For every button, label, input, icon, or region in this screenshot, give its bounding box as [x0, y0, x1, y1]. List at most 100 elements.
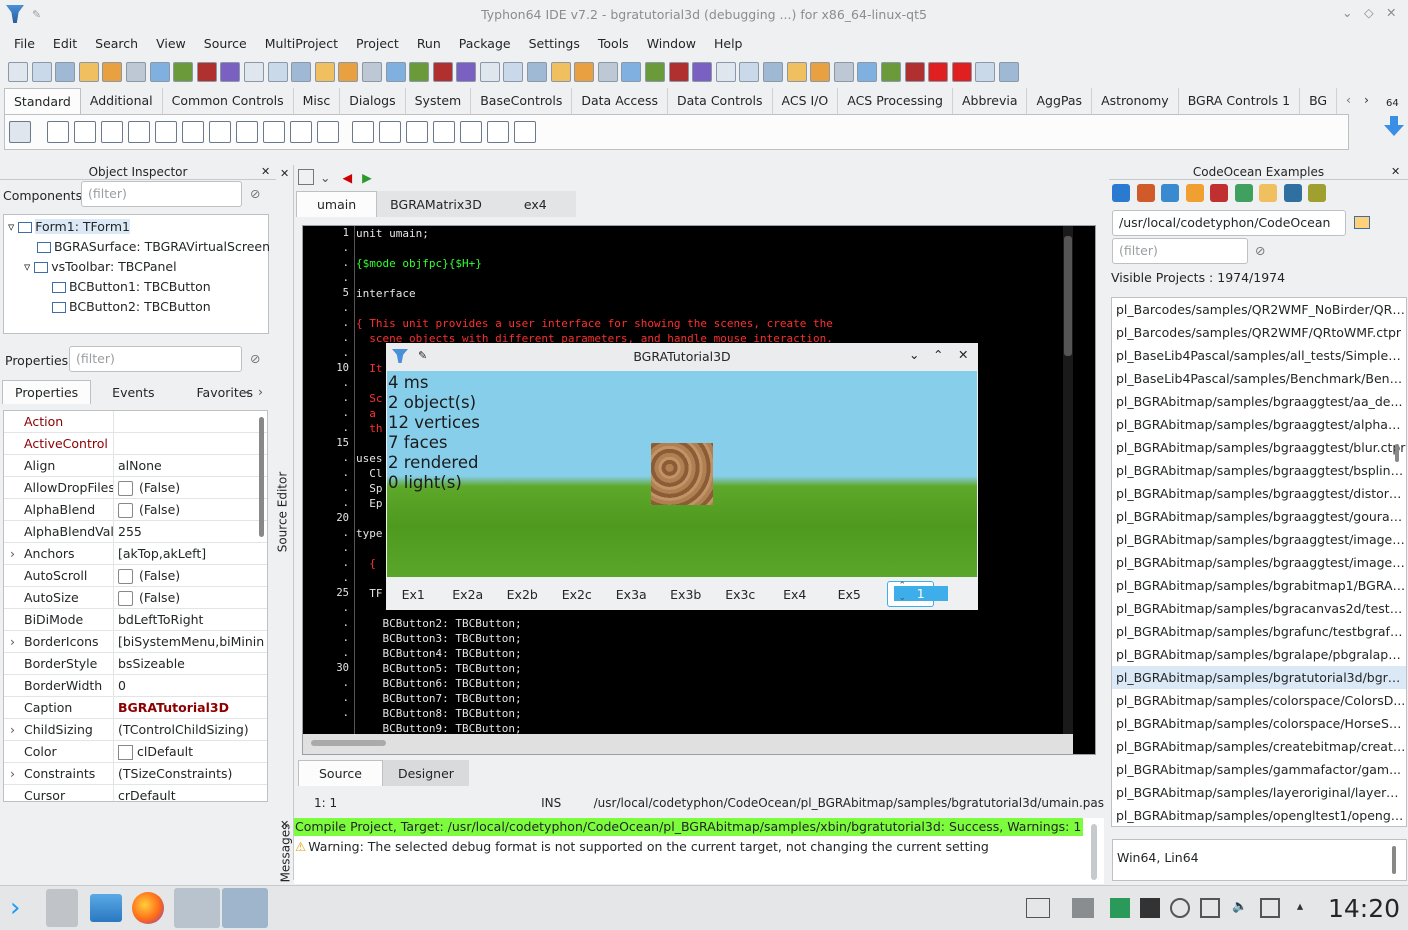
palette-tab[interactable]: BaseControls [471, 88, 573, 114]
desktop-icon[interactable] [46, 889, 78, 927]
toolbar-button-icon[interactable] [55, 62, 76, 82]
property-row[interactable]: Align alNone [4, 455, 267, 477]
palette-scroll-right-icon[interactable]: › [1364, 92, 1369, 107]
property-row[interactable]: AutoSize (False) [4, 587, 267, 609]
menu-run[interactable]: Run [413, 36, 445, 51]
dropdown-icon[interactable]: ⌄ [320, 170, 330, 185]
project-item[interactable]: pl_BGRAbitmap/samples/opengltest1/opengl… [1112, 804, 1406, 826]
horizontal-scrollbar[interactable] [303, 734, 1073, 754]
property-row[interactable]: AlphaBlendValu 255 [4, 521, 267, 543]
menu-settings[interactable]: Settings [525, 36, 584, 51]
clock[interactable]: 14:20 [1328, 894, 1400, 923]
messages-scrollbar[interactable] [1091, 824, 1097, 880]
project-item[interactable]: pl_BaseLib4Pascal/samples/Benchmark/Benc… [1112, 367, 1406, 390]
maximize-icon[interactable]: ◇ [1364, 5, 1374, 20]
property-row[interactable]: › Constraints (TSizeConstraints) [4, 763, 267, 785]
toolbar-button-icon[interactable] [314, 62, 335, 82]
ex3b-button[interactable]: Ex3b [659, 587, 714, 602]
toolbar-button-icon[interactable] [361, 62, 382, 82]
codeocean-tool-icon[interactable] [1185, 184, 1204, 202]
code-line[interactable] [356, 241, 1063, 256]
property-value[interactable]: [biSystemMenu,biMinin [114, 631, 267, 652]
toolbar-button-icon[interactable] [715, 62, 736, 82]
expand-icon[interactable]: › [10, 543, 15, 564]
toolbar-button-icon[interactable] [880, 62, 901, 82]
toolbar-button-icon[interactable] [574, 62, 595, 82]
toolbar-button-icon[interactable] [338, 62, 359, 82]
file-manager-icon[interactable] [90, 894, 122, 922]
clear-property-filter-icon[interactable]: ⊘ [250, 351, 260, 366]
tree-item[interactable]: ▿ vsToolbar: TBCPanel [4, 257, 268, 277]
property-value[interactable]: bdLeftToRight [114, 609, 267, 630]
menu-source[interactable]: Source [200, 36, 251, 51]
selection-tool-icon[interactable] [9, 121, 31, 143]
codeocean-tool-icon[interactable] [1210, 184, 1228, 202]
codeocean-path[interactable]: /usr/local/codetyphon/CodeOcean [1112, 210, 1346, 236]
property-value[interactable]: 255 [114, 521, 267, 542]
source-editor-close-icon[interactable]: ✕ [280, 167, 289, 180]
ex2a-button[interactable]: Ex2a [441, 587, 496, 602]
palette-download-icon[interactable] [1384, 116, 1404, 136]
code-line[interactable]: unit umain; [356, 226, 1063, 241]
project-item[interactable]: pl_BGRAbitmap/samples/colorspace/ColorsD… [1112, 689, 1406, 712]
palette-component-icon[interactable] [74, 121, 96, 143]
checkbox[interactable] [118, 569, 133, 584]
project-item[interactable]: pl_BGRAbitmap/samples/createbitmap/creat… [1112, 735, 1406, 758]
components-filter[interactable]: (filter) [81, 181, 242, 207]
palette-tab[interactable]: BG [1300, 88, 1338, 114]
folder-icon[interactable] [1354, 216, 1370, 229]
vertical-scrollbar[interactable] [1063, 226, 1073, 734]
project-item[interactable]: pl_BaseLib4Pascal/samples/all_tests/Simp… [1112, 344, 1406, 367]
toolbar-button-icon[interactable] [432, 62, 453, 82]
project-item[interactable]: pl_BGRAbitmap/samples/bgraaggtest/image_… [1112, 528, 1406, 551]
toolbar-button-icon[interactable] [786, 62, 807, 82]
property-row[interactable]: AutoScroll (False) [4, 565, 267, 587]
firefox-icon[interactable] [132, 892, 164, 924]
expand-icon[interactable]: › [10, 631, 15, 652]
menu-package[interactable]: Package [455, 36, 515, 51]
tree-item[interactable]: BCButton1: TBCButton [4, 277, 268, 297]
ex3c-button[interactable]: Ex3c [713, 587, 768, 602]
palette-tab[interactable]: ACS Processing [838, 88, 953, 114]
palette-tab[interactable]: Dialogs [340, 88, 406, 114]
toolbar-button-icon[interactable] [503, 62, 524, 82]
code-line[interactable] [356, 271, 1063, 286]
toolbar-button-icon[interactable] [8, 62, 28, 82]
forward-arrow-icon[interactable]: ▶ [362, 170, 372, 185]
property-value[interactable]: crDefault [114, 785, 267, 801]
show-desktop-icon[interactable] [1025, 898, 1050, 918]
code-line[interactable]: interface [356, 286, 1063, 301]
project-item[interactable]: pl_BGRAbitmap/samples/bgraaggtest/aa_de.… [1112, 390, 1406, 413]
palette-component-icon[interactable] [209, 121, 231, 143]
minimize-icon[interactable]: ⌄ [1342, 5, 1352, 20]
palette-tab[interactable]: Data Controls [668, 88, 773, 114]
palette-component-icon[interactable] [433, 121, 455, 143]
object-inspector-close-icon[interactable]: ✕ [261, 165, 270, 178]
codeocean-tool-icon[interactable] [1234, 184, 1253, 202]
checkbox[interactable] [118, 481, 133, 496]
toolbar-button-icon[interactable] [668, 62, 689, 82]
toolbar-button-icon[interactable] [196, 62, 217, 82]
property-row[interactable]: BorderStyle bsSizeable [4, 653, 267, 675]
property-value[interactable]: (TSizeConstraints) [114, 763, 267, 784]
palette-tab[interactable]: System [406, 88, 472, 114]
palette-component-icon[interactable] [47, 121, 69, 143]
palette-component-icon[interactable] [182, 121, 204, 143]
codeocean-tool-icon[interactable] [1283, 184, 1302, 202]
toolbar-button-icon[interactable] [597, 62, 618, 82]
palette-component-icon[interactable] [317, 121, 339, 143]
toolbar-button-icon[interactable] [243, 62, 264, 82]
tab-bgramatrix3d[interactable]: BGRAMatrix3D [377, 191, 495, 217]
codeocean-tool-icon[interactable] [1259, 184, 1277, 202]
palette-tab[interactable]: Standard [4, 88, 81, 114]
property-row[interactable]: AlphaBlend (False) [4, 499, 267, 521]
palette-tab[interactable]: Common Controls [163, 88, 294, 114]
palette-component-icon[interactable] [155, 121, 177, 143]
project-item[interactable]: pl_BGRAbitmap/samples/bgraaggtest/distor… [1112, 482, 1406, 505]
code-line[interactable] [356, 301, 1063, 316]
code-line[interactable]: BCButton5: TBCButton; [356, 661, 1063, 676]
menu-tools[interactable]: Tools [594, 36, 633, 51]
toolbar-button-icon[interactable] [31, 62, 52, 82]
app-launcher-icon[interactable]: › [10, 893, 40, 923]
project-item[interactable]: pl_BGRAbitmap/samples/bgralape/pbgralape… [1112, 643, 1406, 666]
